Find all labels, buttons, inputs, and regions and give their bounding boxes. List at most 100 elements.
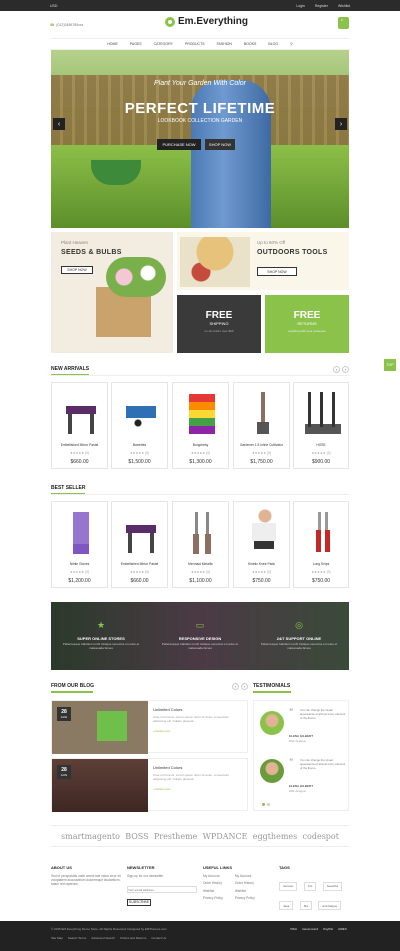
footer-link[interactable]: Privacy Policy (235, 896, 255, 900)
product-name[interactable]: Mermaid Metallic (173, 562, 228, 566)
new-arrivals-prev[interactable]: ‹ (333, 366, 340, 373)
subscribe-button[interactable]: SUBSCRIBE (127, 898, 151, 906)
shop-now-button[interactable]: SHOP NOW (205, 139, 235, 150)
tag-link[interactable]: Java (279, 901, 294, 910)
nav-books[interactable]: BOOKS (244, 42, 256, 46)
testimonial-text: You can change the visual appearance of … (300, 758, 346, 770)
footer-link[interactable]: My Account (203, 874, 223, 878)
product-name[interactable]: Gardener 1.5 Inline Cultivator (234, 443, 289, 447)
product-name[interactable]: Burgchesy (173, 443, 228, 447)
product-card[interactable]: Kinetic Knee Pads ★★★★★ (0) $750.00 (233, 501, 290, 588)
back-to-top-button[interactable]: TOP (384, 359, 396, 371)
footer-link[interactable]: Privacy Policy (203, 896, 223, 900)
footer-link[interactable]: Wishlist (235, 889, 255, 893)
tag-link[interactable]: anti-fatigue (318, 901, 342, 910)
brand-logo[interactable]: BOSS (125, 832, 148, 841)
logo[interactable]: Em.Everything (165, 16, 248, 27)
blog-excerpt: Cras ut rhoncus. Lorem ipsum dolor sit a… (153, 773, 230, 782)
wishlist-link[interactable]: Wishlist (338, 4, 350, 8)
brand-logo[interactable]: smartmagento (61, 832, 120, 841)
blog-post-title[interactable]: Unlimited Colors (153, 765, 182, 770)
footer-link[interactable]: Order History (203, 881, 223, 885)
product-card[interactable]: HOSE ★★★★★ (0) $900.00 (293, 382, 349, 469)
tools-shop-button[interactable]: SHOP NOW (257, 267, 297, 276)
product-name[interactable]: Kinetic Knee Pads (234, 562, 289, 566)
shipping-title: FREE (205, 310, 233, 321)
cart-button[interactable]: 0 (338, 17, 349, 29)
kneeler-image (58, 388, 104, 438)
blog-post[interactable]: 28 AUG Unlimited Colors Cras ut rhoncus.… (51, 700, 248, 754)
product-name[interactable]: Embellished Mirror Pastel (112, 562, 167, 566)
tools-banner[interactable]: Up to 60% Off OUTDOORS TOOLS SHOP NOW (177, 232, 349, 290)
tools-title: OUTDOORS TOOLS (257, 249, 328, 256)
seeds-shop-button[interactable]: SHOP NOW (61, 266, 93, 274)
feature-item: ◎ 24/7 SUPPORT ONLINE Pellentesque habit… (260, 620, 338, 650)
newsletter-email-input[interactable] (127, 886, 197, 893)
product-card[interactable]: Burgchesy ★★★★★ (0) $1,300.00 (172, 382, 229, 469)
footer-link[interactable]: Order History (235, 881, 255, 885)
product-card[interactable]: Barrettes ★★★★★ (0) $1,500.00 (111, 382, 168, 469)
nav-home[interactable]: HOME (107, 42, 118, 46)
brand-logo[interactable]: codespot (303, 832, 339, 841)
read-more-link[interactable]: » Read more (153, 787, 170, 791)
pager-dot-active[interactable] (262, 803, 265, 806)
returns-title: FREE (293, 310, 321, 321)
product-card[interactable]: Embellished Mirror Pastel ★★★★★ (0) $660… (51, 382, 108, 469)
product-card[interactable]: Long Snips ★★★★★ (0) $750.00 (293, 501, 349, 588)
shipping-sub: SHIPPING (209, 321, 229, 326)
nav-blog[interactable]: BLOG (268, 42, 278, 46)
product-price: $750.00 (252, 578, 271, 584)
slider-prev-arrow[interactable]: ‹ (53, 118, 65, 130)
free-shipping-banner[interactable]: FREE SHIPPING on all orders over $99 (177, 295, 261, 353)
bottom-link[interactable]: Orders and Returns (120, 936, 146, 940)
product-name[interactable]: HOSE (294, 443, 348, 447)
pager-dot[interactable] (267, 803, 270, 806)
read-more-link[interactable]: » Read more (153, 729, 170, 733)
currency-selector[interactable]: USD (50, 4, 57, 8)
login-link[interactable]: Login (296, 4, 305, 8)
tag-link[interactable]: Ant (303, 881, 317, 891)
product-name[interactable]: Nitrile Gloves (52, 562, 107, 566)
bottom-link[interactable]: Contact Us (151, 936, 166, 940)
product-name[interactable]: Embellished Mirror Pastel (52, 443, 107, 447)
product-name[interactable]: Barrettes (112, 443, 167, 447)
bottom-link[interactable]: Advanced Search (91, 936, 115, 940)
tag-link[interactable]: Ma (299, 901, 312, 910)
register-link[interactable]: Register (315, 4, 328, 8)
product-card[interactable]: Gardener 1.5 Inline Cultivator ★★★★★ (0)… (233, 382, 290, 469)
bottom-link[interactable]: Site Map (51, 936, 63, 940)
buckets-image (179, 388, 225, 438)
nav-pages[interactable]: PAGES (130, 42, 142, 46)
brand-logo[interactable]: Prestheme (154, 832, 197, 841)
footer-link[interactable]: Wishlist (203, 889, 223, 893)
tag-link[interactable]: beautiful (322, 881, 343, 891)
bottom-links: Site Map Search Terms Advanced Search Or… (51, 936, 166, 940)
product-card[interactable]: Embellished Mirror Pastel ★★★★★ (0) $660… (111, 501, 168, 588)
purchase-now-button[interactable]: PURCHASE NOW (157, 139, 201, 150)
nav-category[interactable]: CATEGORY (154, 42, 173, 46)
kneeler-image (118, 507, 164, 557)
testimonial-author: ELENA GILBERT (289, 784, 314, 788)
search-icon[interactable]: ⚲ (290, 42, 293, 46)
nav-products[interactable]: PRODUCTS (185, 42, 205, 46)
brand-logo[interactable]: eggthemes (253, 832, 298, 841)
paypal-icon: PayPal (323, 927, 334, 931)
nav-fashion[interactable]: FASHION (217, 42, 232, 46)
shipping-desc: on all orders over $99 (204, 329, 234, 333)
footer-link[interactable]: My Account (235, 874, 255, 878)
product-name[interactable]: Long Snips (294, 562, 348, 566)
seeds-banner[interactable]: Plant Heaven SEEDS & BULBS SHOP NOW (51, 232, 173, 353)
blog-prev[interactable]: ‹ (232, 683, 239, 690)
blog-post-title[interactable]: Unlimited Colors (153, 707, 182, 712)
product-card[interactable]: Mermaid Metallic ★★★★★ (0) $1,100.00 (172, 501, 229, 588)
free-returns-banner[interactable]: FREE RETURNS anything with your presence (265, 295, 349, 353)
blog-next[interactable]: › (241, 683, 248, 690)
slider-next-arrow[interactable]: › (335, 118, 347, 130)
bottom-link[interactable]: Search Terms (68, 936, 86, 940)
tag-link[interactable]: Aenean (279, 881, 298, 891)
blog-post[interactable]: 28 AUG Unlimited Colors Cras ut rhoncus.… (51, 758, 248, 812)
brand-logo[interactable]: WPDANCE (203, 832, 248, 841)
product-card[interactable]: Nitrile Gloves ★★★★★ (0) $1,200.00 (51, 501, 108, 588)
new-arrivals-next[interactable]: › (342, 366, 349, 373)
payment-icons: VISA mastercard PayPal AMEX (290, 927, 347, 931)
